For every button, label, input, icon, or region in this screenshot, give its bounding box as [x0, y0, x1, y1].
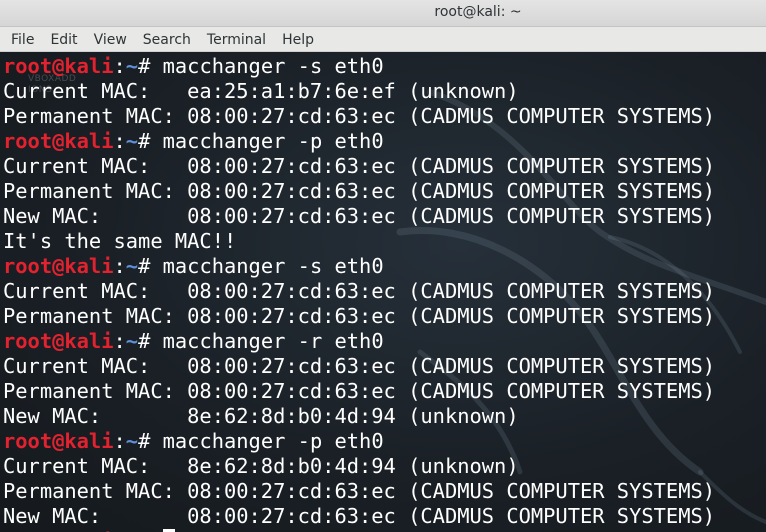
- output-text: New MAC: 8e:62:8d:b0:4d:94 (unknown): [3, 404, 519, 428]
- output-line: New MAC: 8e:62:8d:b0:4d:94 (unknown): [3, 404, 715, 429]
- output-line: Current MAC: 08:00:27:cd:63:ec (CADMUS C…: [3, 354, 715, 379]
- output-line: It's the same MAC!!: [3, 229, 715, 254]
- prompt-user: root@kali: [3, 429, 114, 453]
- menu-search[interactable]: Search: [135, 29, 199, 50]
- output-text: Current MAC: ea:25:a1:b7:6e:ef (unknown): [3, 79, 519, 103]
- prompt-symbol: #: [138, 54, 163, 78]
- menu-edit[interactable]: Edit: [42, 29, 85, 50]
- prompt-user: root@kali: [3, 329, 114, 353]
- title-bar[interactable]: root@kali: ~: [0, 0, 766, 27]
- output-text: Permanent MAC: 08:00:27:cd:63:ec (CADMUS…: [3, 104, 716, 128]
- output-line: New MAC: 08:00:27:cd:63:ec (CADMUS COMPU…: [3, 504, 715, 529]
- window-title: root@kali: ~: [434, 4, 522, 20]
- prompt-user: root@kali: [3, 254, 114, 278]
- prompt-separator: :: [113, 129, 126, 153]
- menu-bar: File Edit View Search Terminal Help: [0, 27, 766, 52]
- output-text: Current MAC: 8e:62:8d:b0:4d:94 (unknown): [3, 454, 519, 478]
- prompt-path: ~: [125, 54, 139, 78]
- output-line: Current MAC: 08:00:27:cd:63:ec (CADMUS C…: [3, 279, 715, 304]
- prompt-symbol: #: [138, 254, 163, 278]
- prompt-path: ~: [125, 129, 139, 153]
- prompt-user: root@kali: [3, 54, 114, 78]
- output-line: Permanent MAC: 08:00:27:cd:63:ec (CADMUS…: [3, 379, 715, 404]
- menu-terminal[interactable]: Terminal: [199, 29, 274, 50]
- prompt-symbol: #: [138, 329, 163, 353]
- output-line: Permanent MAC: 08:00:27:cd:63:ec (CADMUS…: [3, 479, 715, 504]
- menu-file[interactable]: File: [3, 29, 42, 50]
- output-text: Permanent MAC: 08:00:27:cd:63:ec (CADMUS…: [3, 179, 716, 203]
- prompt-path: ~: [125, 429, 139, 453]
- output-line: Current MAC: 08:00:27:cd:63:ec (CADMUS C…: [3, 154, 715, 179]
- terminal-output: root@kali:~# macchanger -s eth0 Current M…: [3, 54, 715, 532]
- prompt-symbol: #: [138, 129, 163, 153]
- output-text: Permanent MAC: 08:00:27:cd:63:ec (CADMUS…: [3, 479, 716, 503]
- output-text: New MAC: 08:00:27:cd:63:ec (CADMUS COMPU…: [3, 504, 716, 528]
- prompt-path: ~: [125, 254, 139, 278]
- terminal-window: root@kali: ~ File Edit View Search Termi…: [0, 0, 766, 532]
- output-line: New MAC: 08:00:27:cd:63:ec (CADMUS COMPU…: [3, 204, 715, 229]
- command-text: macchanger -r eth0: [162, 329, 384, 353]
- output-line: Permanent MAC: 08:00:27:cd:63:ec (CADMUS…: [3, 104, 715, 129]
- menu-view[interactable]: View: [86, 29, 135, 50]
- output-text: Current MAC: 08:00:27:cd:63:ec (CADMUS C…: [3, 279, 716, 303]
- prompt-line: root@kali:~# macchanger -r eth0: [3, 329, 715, 354]
- prompt-user: root@kali: [3, 129, 114, 153]
- prompt-line: root@kali:~# macchanger -s eth0: [3, 254, 715, 279]
- output-text: Current MAC: 08:00:27:cd:63:ec (CADMUS C…: [3, 154, 716, 178]
- prompt-line: root@kali:~# macchanger -s eth0: [3, 54, 715, 79]
- command-text: macchanger -p eth0: [162, 129, 384, 153]
- command-text: macchanger -s eth0: [162, 254, 384, 278]
- prompt-separator: :: [113, 329, 126, 353]
- prompt-separator: :: [113, 254, 126, 278]
- prompt-separator: :: [113, 54, 126, 78]
- output-text: It's the same MAC!!: [3, 229, 237, 253]
- output-line: Current MAC: ea:25:a1:b7:6e:ef (unknown): [3, 79, 715, 104]
- output-text: New MAC: 08:00:27:cd:63:ec (CADMUS COMPU…: [3, 204, 716, 228]
- output-line: Current MAC: 8e:62:8d:b0:4d:94 (unknown): [3, 454, 715, 479]
- command-text: macchanger -p eth0: [162, 429, 384, 453]
- prompt-path: ~: [125, 329, 139, 353]
- prompt-line: root@kali:~# macchanger -p eth0: [3, 129, 715, 154]
- output-text: Permanent MAC: 08:00:27:cd:63:ec (CADMUS…: [3, 304, 716, 328]
- prompt-separator: :: [113, 429, 126, 453]
- output-text: Current MAC: 08:00:27:cd:63:ec (CADMUS C…: [3, 354, 716, 378]
- output-line: Permanent MAC: 08:00:27:cd:63:ec (CADMUS…: [3, 179, 715, 204]
- output-text: Permanent MAC: 08:00:27:cd:63:ec (CADMUS…: [3, 379, 716, 403]
- menu-help[interactable]: Help: [274, 29, 322, 50]
- output-line: Permanent MAC: 08:00:27:cd:63:ec (CADMUS…: [3, 304, 715, 329]
- command-text: macchanger -s eth0: [162, 54, 384, 78]
- terminal-area[interactable]: VBOXADD IONS root@kali:~# macchanger -s …: [0, 52, 766, 532]
- prompt-line: root@kali:~# macchanger -p eth0: [3, 429, 715, 454]
- prompt-symbol: #: [138, 429, 163, 453]
